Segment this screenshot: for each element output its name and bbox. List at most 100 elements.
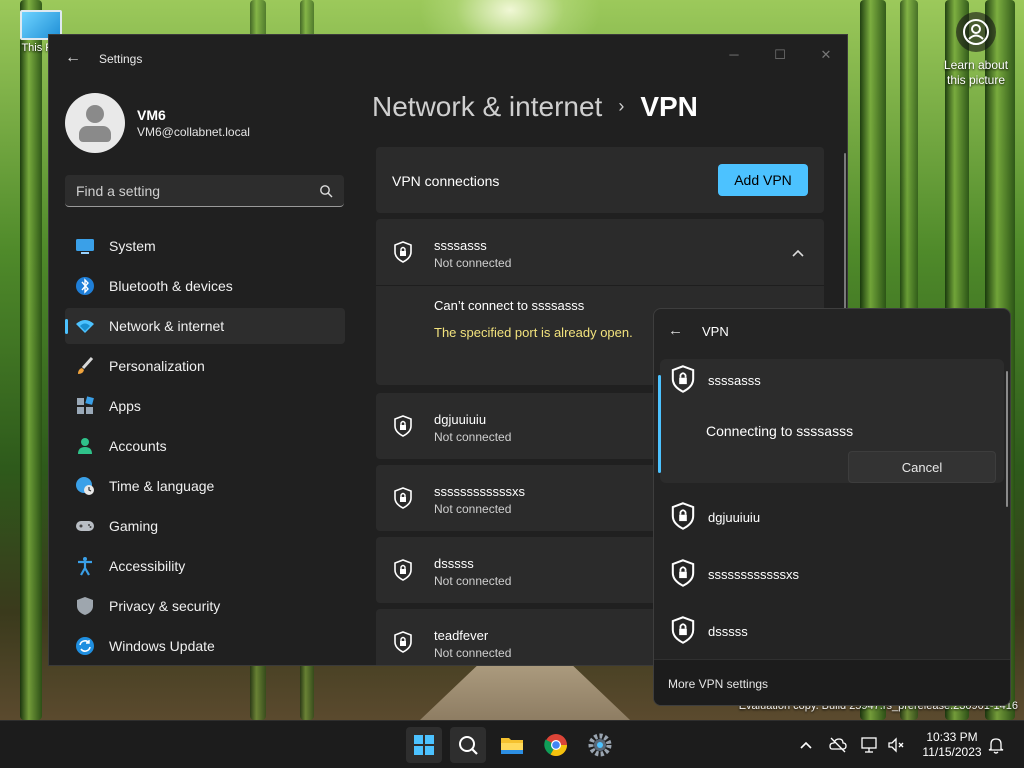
- add-vpn-button[interactable]: Add VPN: [718, 164, 808, 196]
- sidebar-item-accessibility[interactable]: Accessibility: [65, 548, 345, 584]
- minimize-button[interactable]: ─: [711, 41, 757, 71]
- chrome-icon: [544, 734, 567, 756]
- brush-icon: [78, 356, 94, 374]
- vpn-shield-icon: [394, 631, 412, 653]
- chevron-up-icon[interactable]: [790, 245, 806, 261]
- search-button[interactable]: [450, 727, 486, 763]
- vpn-list-item[interactable]: dsssss: [660, 603, 1004, 659]
- accounts-icon: [78, 438, 92, 454]
- file-explorer-icon: [501, 738, 523, 754]
- search-icon[interactable]: [319, 184, 333, 198]
- vpn-item-connecting[interactable]: ssssasss Connecting to ssssasss Cancel: [658, 359, 1004, 483]
- user-name: VM6: [137, 107, 166, 123]
- vpn-shield-icon: [671, 365, 695, 393]
- vpn-shield-icon: [394, 559, 412, 581]
- vpn-shield-icon: [394, 415, 412, 437]
- search-input[interactable]: [65, 175, 315, 206]
- more-vpn-settings-link[interactable]: More VPN settings: [668, 677, 768, 691]
- search-icon: [459, 736, 478, 755]
- network-vpn-icon[interactable]: [860, 735, 880, 755]
- avatar: [65, 93, 125, 153]
- start-icon: [414, 735, 434, 755]
- sidebar-item-label: Network & internet: [109, 318, 225, 334]
- back-arrow-icon[interactable]: ←: [63, 49, 83, 69]
- file-explorer-button[interactable]: [494, 727, 530, 763]
- maximize-button[interactable]: ☐: [757, 41, 803, 71]
- sidebar-item-label: Apps: [109, 398, 141, 414]
- vpn-status: Not connected: [434, 646, 512, 660]
- app-title: Settings: [99, 52, 143, 66]
- breadcrumb-parent[interactable]: Network & internet: [372, 91, 602, 122]
- cloud-offline-icon[interactable]: [828, 735, 848, 755]
- taskbar-clock[interactable]: 10:33 PM 11/15/2023: [914, 730, 990, 760]
- vpn-name: ssssasss: [708, 373, 761, 388]
- accessibility-icon: [78, 557, 92, 576]
- vpn-list-item[interactable]: ssssssssssssxs: [660, 546, 1004, 602]
- user-profile[interactable]: VM6 VM6@collabnet.local: [65, 93, 345, 155]
- flyout-scrollbar[interactable]: [1006, 371, 1008, 507]
- chrome-button[interactable]: [538, 727, 574, 763]
- sidebar-item-system[interactable]: System: [65, 228, 345, 264]
- sidebar-item-label: Bluetooth & devices: [109, 278, 233, 294]
- sidebar-item-windows-update[interactable]: Windows Update: [65, 628, 345, 664]
- sidebar-item-label: Gaming: [109, 518, 159, 534]
- clock-time: 10:33 PM: [926, 730, 978, 744]
- sidebar-item-label: Windows Update: [109, 638, 215, 654]
- vpn-quick-settings-flyout: ← VPN ssssasss Connecting to ssssasss Ca…: [653, 308, 1011, 706]
- vpn-list-item[interactable]: dgjuuiuiu: [660, 489, 1004, 545]
- sidebar-item-label: Accessibility: [109, 558, 186, 574]
- sidebar-item-label: Personalization: [109, 358, 205, 374]
- sidebar-item-accounts[interactable]: Accounts: [65, 428, 345, 464]
- sidebar-item-gaming[interactable]: Gaming: [65, 508, 345, 544]
- vpn-name: dgjuuiuiu: [434, 412, 487, 427]
- error-detail: The specified port is already open.: [434, 325, 633, 340]
- globe-clock-icon: [76, 477, 94, 495]
- vpn-name: dsssss: [708, 624, 748, 639]
- system-icon: [76, 239, 94, 254]
- vpn-shield-icon: [394, 241, 412, 263]
- sidebar-item-personalization[interactable]: Personalization: [65, 348, 345, 384]
- sidebar-item-time-language[interactable]: Time & language: [65, 468, 345, 504]
- back-arrow-icon[interactable]: ←: [668, 322, 686, 340]
- clock-date: 11/15/2023: [922, 745, 982, 759]
- settings-button[interactable]: [582, 727, 618, 763]
- page-title: VPN: [640, 91, 698, 122]
- vpn-name: ssssssssssssxs: [434, 484, 525, 499]
- vpn-shield-icon: [394, 487, 412, 509]
- search-box[interactable]: [65, 175, 344, 207]
- breadcrumb-separator: ›: [618, 96, 625, 116]
- settings-icon: [588, 733, 612, 757]
- bluetooth-icon: [76, 277, 94, 295]
- flyout-footer: More VPN settings: [654, 659, 1010, 705]
- connecting-status: Connecting to ssssasss: [706, 423, 854, 439]
- learn-about-picture[interactable]: Learn about this picture: [938, 12, 1014, 88]
- gamepad-icon: [76, 521, 94, 531]
- close-button[interactable]: ✕: [803, 41, 847, 71]
- vpn-name: ssssssssssssxs: [708, 567, 799, 582]
- cancel-button[interactable]: Cancel: [848, 451, 996, 483]
- vpn-name: ssssasss: [434, 238, 487, 253]
- sidebar-item-privacy[interactable]: Privacy & security: [65, 588, 345, 624]
- sidebar-item-label: Time & language: [109, 478, 215, 494]
- chevron-up-icon[interactable]: [796, 735, 816, 755]
- error-title: Can’t connect to ssssasss: [434, 298, 585, 313]
- start-button[interactable]: [406, 727, 442, 763]
- camera-info-icon: [956, 12, 996, 52]
- vpn-status: Not connected: [434, 256, 512, 270]
- flyout-title: VPN: [702, 324, 729, 339]
- vpn-status: Not connected: [434, 574, 512, 588]
- sidebar-item-network[interactable]: Network & internet: [65, 308, 345, 344]
- volume-muted-icon[interactable]: [886, 735, 906, 755]
- vpn-name: dsssss: [434, 556, 474, 571]
- vpn-name: dgjuuiuiu: [708, 510, 761, 525]
- vpn-status: Not connected: [434, 430, 512, 444]
- title-bar: ← Settings ─ ☐ ✕: [49, 35, 847, 81]
- sidebar-item-bluetooth[interactable]: Bluetooth & devices: [65, 268, 345, 304]
- user-email: VM6@collabnet.local: [137, 125, 250, 139]
- sidebar-nav: System Bluetooth & devices Network & int…: [65, 228, 345, 665]
- vpn-connections-label: VPN connections: [392, 173, 500, 189]
- vpn-shield-icon: [671, 502, 695, 530]
- sidebar-item-apps[interactable]: Apps: [65, 388, 345, 424]
- notification-bell-icon[interactable]: [986, 735, 1006, 755]
- vpn-shield-icon: [671, 616, 695, 644]
